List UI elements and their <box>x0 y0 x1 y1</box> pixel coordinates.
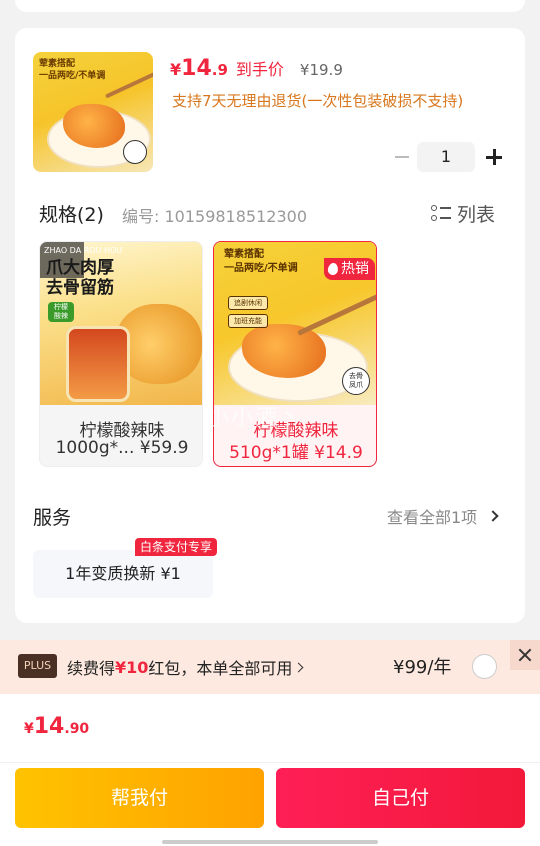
original-price: ¥19.9 <box>299 61 343 79</box>
divider <box>0 762 540 763</box>
variant-chip-1: 追剧休闲 <box>228 296 268 310</box>
quantity-stepper: 1 <box>387 142 509 172</box>
plus-price: ¥99/年 <box>393 657 452 678</box>
plus-radio-button[interactable] <box>472 654 497 679</box>
minus-icon[interactable] <box>387 142 417 172</box>
variant-tag: 荤素搭配 一品两吃/不单调 <box>224 249 298 274</box>
chopsticks-graphic <box>104 69 153 99</box>
checkout-bar: ¥14.90 帮我付 自己付 <box>0 694 540 846</box>
hot-sale-label: 热销 <box>341 261 369 277</box>
total-price: ¥14.90 <box>24 714 89 739</box>
total-dec: .90 <box>64 721 90 737</box>
plus-text-amount: ¥10 <box>115 657 149 677</box>
price-currency: ¥ <box>170 60 182 79</box>
spec-title: 规格(2) <box>39 204 104 226</box>
plus-text-prefix: 续费得 <box>67 659 116 678</box>
quantity-value[interactable]: 1 <box>417 142 475 172</box>
plus-icon[interactable] <box>479 142 509 172</box>
plus-membership-bar[interactable]: PLUS 续费得 ¥10 红包，本单全部可用 ¥99/年 <box>0 640 540 694</box>
variant-chip-2: 加班充能 <box>228 314 268 328</box>
list-label: 列表 <box>457 204 496 226</box>
service-title: 服务 <box>33 507 72 529</box>
list-view-toggle[interactable]: 列表 <box>431 200 495 227</box>
previous-card <box>15 0 525 12</box>
plus-text-suffix: 红包，本单全部可用 <box>148 659 293 678</box>
price-dec: .9 <box>211 61 228 79</box>
chevron-right-icon <box>293 662 304 672</box>
plus-promo-text: 续费得 ¥10 红包，本单全部可用 <box>67 655 304 679</box>
variant-option-1000g[interactable]: ZHAO DA ROU HOU 爪大肉厚 去骨留筋 柠檬 酸辣 柠檬酸辣味 10… <box>39 241 203 467</box>
plus-logo: PLUS <box>18 654 57 678</box>
variant-size-price: 1000g*... ¥59.9 <box>55 438 189 458</box>
deal-price: ¥14.9 <box>170 56 228 81</box>
spec-code: 编号: 10159818512300 <box>122 207 307 226</box>
variant-chip: 柠檬 酸辣 <box>48 302 74 322</box>
daoshou-label: 到手价 <box>235 60 284 79</box>
chevron-right-icon <box>487 510 499 522</box>
chopsticks-graphic <box>297 293 376 336</box>
close-icon[interactable] <box>510 640 540 670</box>
service-flag: 白条支付专享 <box>135 538 218 556</box>
product-thumbnail[interactable]: 荤素搭配 一品两吃/不单调 <box>33 52 153 172</box>
list-icon <box>431 204 451 223</box>
thumb-tag: 荤素搭配 一品两吃/不单调 <box>39 59 106 81</box>
variant-headline: 爪大肉厚 去骨留筋 <box>46 258 114 298</box>
service-option[interactable]: 1年变质换新 ¥1 <box>33 550 213 598</box>
variant-image: ZHAO DA ROU HOU 爪大肉厚 去骨留筋 柠檬 酸辣 <box>40 242 202 405</box>
refund-policy: 支持7天无理由退货(一次性包装破损不支持) <box>172 92 464 110</box>
flame-icon <box>327 262 339 276</box>
jar-graphic <box>66 326 130 402</box>
price-int: 14 <box>181 56 212 81</box>
variant-small-text: ZHAO DA ROU HOU <box>44 246 123 255</box>
variant-size-price: 510g*1罐 ¥14.9 <box>229 443 363 463</box>
service-view-all-label: 查看全部1项 <box>387 508 478 527</box>
seal-graphic <box>123 140 147 164</box>
pay-myself-button[interactable]: 自己付 <box>276 768 525 828</box>
total-int: 14 <box>33 714 65 739</box>
home-indicator[interactable] <box>162 840 378 844</box>
total-currency: ¥ <box>24 721 34 737</box>
order-card: 荤素搭配 一品两吃/不单调 ¥14.9 到手价 ¥19.9 支持7天无理由退货(… <box>15 28 525 623</box>
service-view-all[interactable]: 查看全部1项 <box>387 504 499 528</box>
watermark: 小小酒丶 <box>207 406 304 431</box>
help-me-pay-button[interactable]: 帮我付 <box>15 768 264 828</box>
seal-graphic: 去骨 凤爪 <box>342 367 370 395</box>
hot-sale-badge: 热销 <box>324 258 375 280</box>
price-row: ¥14.9 到手价 ¥19.9 <box>170 56 343 81</box>
